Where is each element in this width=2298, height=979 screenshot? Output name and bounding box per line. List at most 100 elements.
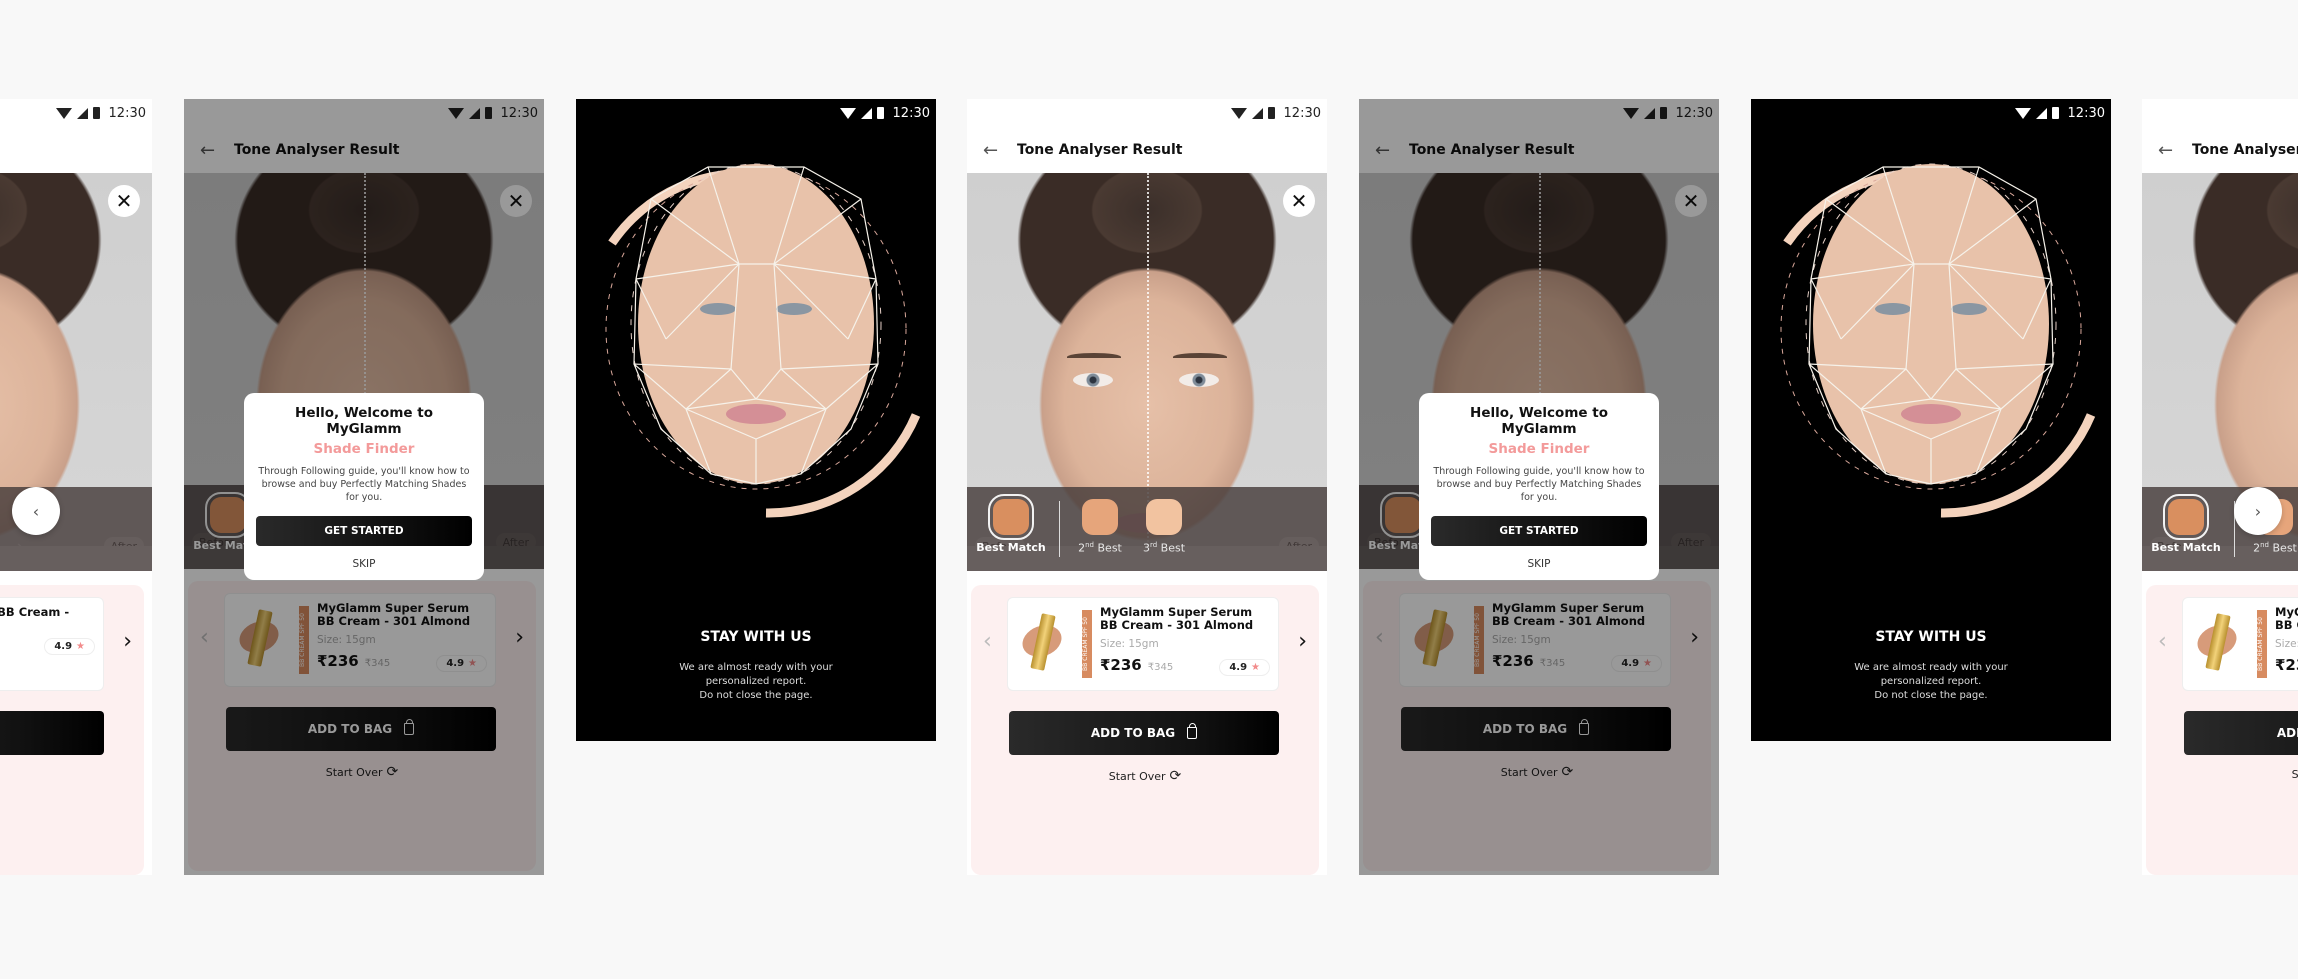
product-mrp: ₹345 — [1147, 662, 1174, 673]
shade-divider — [1059, 501, 1060, 557]
chevron-right-icon: › — [123, 629, 132, 654]
scanned-face — [1813, 164, 2049, 484]
recommendation-panel: ‹ BB CREAM SPF 50 MyGlamm Super Serum BB… — [971, 585, 1319, 875]
product-name: MyGlamm Super Serum BB Cream - 301 Almon… — [2275, 605, 2298, 632]
loading-title: STAY WITH US — [700, 629, 812, 645]
scanned-face — [638, 164, 874, 484]
start-over-link[interactable]: ⟳ — [0, 768, 144, 784]
status-bar: 12:30 — [576, 99, 936, 127]
next-product-button[interactable]: › — [1298, 629, 1307, 654]
welcome-modal: Hello, Welcome to MyGlamm Shade Finder T… — [1419, 393, 1659, 580]
face-eye — [1875, 303, 1911, 315]
get-started-button[interactable]: GET STARTED — [256, 516, 472, 546]
chevron-right-icon: › — [2254, 501, 2262, 521]
modal-title: Hello, Welcome to MyGlamm — [1470, 405, 1608, 437]
status-time: 12:30 — [892, 105, 930, 121]
recommendation-panel: MyGlamm Super Serum BB Cream - 301 Almon… — [0, 585, 144, 875]
status-time: 12:30 — [2067, 105, 2105, 121]
add-to-bag-button[interactable] — [0, 711, 104, 755]
carousel-prev-button[interactable]: ‹ — [12, 487, 60, 535]
close-button[interactable]: ✕ — [108, 185, 140, 217]
product-card[interactable]: BB CREAM SPF 50 MyGlamm Super Serum BB C… — [2182, 597, 2298, 691]
rating-badge: 4.9 ★ — [44, 638, 95, 655]
face-eye — [700, 303, 736, 315]
loading-title: STAY WITH US — [1875, 629, 1987, 645]
bag-icon — [1187, 723, 1198, 739]
signal-icon — [2035, 107, 2047, 119]
loading-message: We are almost ready with your personaliz… — [679, 662, 833, 701]
shade-best-match[interactable]: Best Match — [2142, 494, 2230, 554]
shade-swatch — [988, 494, 1034, 540]
signal-icon — [1251, 107, 1263, 119]
product-size: Size: 15gm — [2275, 638, 2298, 650]
wifi-icon — [1230, 107, 1247, 119]
status-bar: 12:30 — [1751, 99, 2111, 127]
signal-icon — [76, 107, 88, 119]
start-over-link[interactable]: Start Over ⟳ — [971, 768, 1319, 784]
add-to-bag-button[interactable]: ADD TO BAG — [2184, 711, 2298, 755]
rating-badge: 4.9 ★ — [1219, 659, 1270, 676]
battery-icon — [2051, 107, 2059, 119]
page-title: Tone Analyser Result — [1017, 142, 1183, 158]
signal-icon — [860, 107, 872, 119]
close-icon: ✕ — [115, 189, 133, 213]
battery-icon — [1267, 107, 1275, 119]
face-lips — [726, 404, 786, 424]
skip-button[interactable]: SKIP — [1431, 558, 1647, 570]
shade-2nd-best[interactable]: 2nd Best — [1068, 499, 1132, 555]
product-name: MyGlamm Super Serum BB Cream - 301 Almon… — [1100, 605, 1254, 632]
back-arrow-icon[interactable]: ← — [983, 140, 999, 161]
product-image: BB CREAM SPF 50 — [1016, 606, 1092, 682]
carousel-stage: 12:30 ✕ → After st MyGlamm Super Serum B… — [0, 0, 2298, 979]
face-eye — [1951, 303, 1987, 315]
modal-body: Through Following guide, you'll know how… — [1433, 466, 1645, 503]
recommendation-panel: ‹ BB CREAM SPF 50 MyGlamm Super Serum BB… — [2146, 585, 2298, 875]
welcome-modal: Hello, Welcome to MyGlamm Shade Finder T… — [244, 393, 484, 580]
screen-analysing: 12:30 STAY WITH US We are almost ready w… — [1751, 99, 2111, 741]
product-card[interactable]: MyGlamm Super Serum BB Cream - 301 Almon… — [0, 597, 104, 691]
screen-result-with-welcome-modal: 12:30 ← Tone Analyser Result ✕ Before Af… — [1359, 99, 1719, 875]
product-size: Size: 15gm — [1100, 638, 1159, 650]
status-time: 12:30 — [108, 105, 146, 121]
modal-subtitle: Shade Finder — [313, 441, 415, 457]
product-price: ₹236 — [2275, 656, 2298, 674]
wifi-icon — [2014, 107, 2031, 119]
loading-message: We are almost ready with your personaliz… — [1854, 662, 2008, 701]
face-lips — [1901, 404, 1961, 424]
face-scan-graphic — [1780, 163, 2096, 518]
status-bar: 12:30 — [0, 99, 152, 127]
shade-swatch — [1082, 499, 1118, 535]
wifi-icon — [55, 107, 72, 119]
star-icon: ★ — [76, 641, 85, 652]
get-started-button[interactable]: GET STARTED — [1431, 516, 1647, 546]
modal-body: Through Following guide, you'll know how… — [258, 466, 470, 503]
skip-button[interactable]: SKIP — [256, 558, 472, 570]
prev-product-button[interactable]: ‹ — [2158, 629, 2167, 654]
product-card[interactable]: BB CREAM SPF 50 MyGlamm Super Serum BB C… — [1007, 597, 1279, 691]
wifi-icon — [839, 107, 856, 119]
add-to-bag-button[interactable]: ADD TO BAG — [1009, 711, 1279, 755]
face-eye — [1179, 373, 1219, 387]
close-icon: ✕ — [1290, 189, 1308, 213]
prev-product-button[interactable]: ‹ — [983, 629, 992, 654]
close-button[interactable]: ✕ — [1283, 185, 1315, 217]
carousel-next-button[interactable]: › — [2234, 487, 2282, 535]
screen-result-partial-left: 12:30 ✕ → After st MyGlamm Super Serum B… — [0, 99, 152, 875]
start-over-link[interactable]: Start Over — [2146, 768, 2298, 781]
chevron-left-icon: ‹ — [983, 629, 992, 654]
chevron-right-icon: › — [1298, 629, 1307, 654]
product-name: MyGlamm Super Serum BB Cream - 301 Almon… — [0, 605, 70, 619]
shade-selector: Best Match 2nd Best 3rd Best — [967, 487, 1327, 571]
chevron-left-icon: ‹ — [2158, 629, 2167, 654]
battery-icon — [876, 107, 884, 119]
face-scan-graphic — [605, 163, 921, 518]
product-image: BB CREAM SPF 50 — [2191, 606, 2267, 682]
shade-3rd-best[interactable]: 3rd Best — [1132, 499, 1196, 555]
back-arrow-icon[interactable]: ← — [2158, 140, 2174, 161]
screen-analysing: 12:30 STAY WITH US We are almost ready w… — [576, 99, 936, 741]
product-price: ₹236 — [1100, 656, 1142, 674]
face-eye — [776, 303, 812, 315]
next-product-button[interactable]: › — [123, 629, 132, 654]
shade-best-match[interactable]: Best Match — [967, 494, 1055, 554]
star-icon: ★ — [1251, 662, 1260, 673]
